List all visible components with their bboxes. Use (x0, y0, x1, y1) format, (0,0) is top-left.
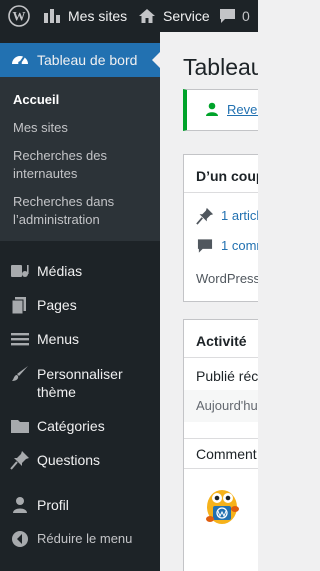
collapse-menu-button[interactable]: Réduire le menu (0, 527, 160, 551)
sidebar-item-profile[interactable]: Profil (0, 493, 160, 517)
widget-title: Activité (196, 333, 247, 349)
published-row: Aujourd'hu (184, 390, 258, 422)
sidebar-item-label: Tableau de bord (37, 52, 138, 68)
today-label: Aujourd'hu (196, 398, 258, 413)
sidebar-item-categories[interactable]: Catégories (0, 414, 160, 438)
submenu-item-my-sites[interactable]: Mes sites (13, 119, 153, 137)
recently-published-label: Publié réc (196, 368, 258, 384)
dashboard-submenu: Accueil Mes sites Recherches des interna… (0, 77, 160, 241)
posts-count-link[interactable]: 1 articl (221, 208, 258, 223)
sidebar-item-label: Catégories (37, 418, 105, 434)
folder-icon (10, 416, 30, 436)
sidebar-item-dashboard[interactable]: Tableau de bord (0, 43, 160, 77)
comments-menu[interactable]: 0 (219, 0, 250, 32)
comments-count: 0 (242, 8, 250, 24)
dashboard-icon (10, 50, 30, 70)
main-content: Tableau Reven D’un coup 1 articl 1 comm … (160, 32, 258, 571)
sidebar-item-label: Menus (37, 331, 80, 347)
site-label: Service (163, 8, 210, 24)
comment-bubble-icon (197, 238, 213, 259)
comment-bubble-icon (219, 8, 236, 24)
welcome-notice: Reven (183, 89, 258, 131)
media-icon (10, 261, 30, 281)
admin-bar: W Mes sites Service 0 (0, 0, 258, 32)
submenu-item-home[interactable]: Accueil (13, 91, 153, 109)
sidebar-item-label: Profil (37, 497, 69, 513)
widget-title: D’un coup (196, 168, 258, 184)
brush-icon (10, 364, 30, 384)
sidebar-item-pages[interactable]: Pages (0, 293, 160, 317)
divider (184, 468, 258, 469)
admin-sidebar: Tableau de bord Accueil Mes sites Recher… (0, 32, 160, 571)
sidebar-item-label: Réduire le menu (37, 531, 133, 546)
sidebar-item-menus[interactable]: Menus (0, 327, 160, 351)
pages-icon (10, 295, 30, 315)
divider (184, 357, 258, 358)
wapuu-avatar (204, 485, 240, 532)
menu-icon (10, 329, 30, 349)
wordpress-logo-icon[interactable]: W (8, 0, 30, 32)
sidebar-item-questions[interactable]: Questions (0, 448, 160, 472)
recent-comments-label: Comment (196, 446, 257, 462)
sidebar-item-label: Questions (37, 452, 101, 468)
comments-count-link[interactable]: 1 comm (221, 238, 258, 253)
page-title: Tableau (183, 54, 258, 80)
divider (184, 438, 258, 439)
user-icon (10, 495, 30, 515)
sidebar-item-label: Pages (37, 297, 77, 313)
wordpress-version-text: WordPress (196, 271, 258, 286)
pin-icon (10, 450, 30, 470)
activity-widget: Activité Publié réc Aujourd'hu Comment (183, 319, 258, 571)
divider (184, 192, 258, 193)
sidebar-item-label: Médias (37, 263, 83, 279)
my-sites-icon (42, 7, 62, 25)
collapse-icon (10, 529, 30, 549)
my-sites-label: Mes sites (68, 8, 128, 24)
submenu-item-admin-searches[interactable]: Recherches dans l’administration (13, 193, 153, 229)
at-a-glance-widget: D’un coup 1 articl 1 comm WordPress (183, 154, 258, 302)
home-icon (138, 7, 156, 25)
sidebar-item-customize[interactable]: Personnaliser thème (0, 362, 160, 402)
notice-link[interactable]: Reven (227, 102, 258, 117)
user-icon (204, 101, 220, 122)
pin-icon (196, 207, 214, 230)
site-menu[interactable]: Service (138, 0, 210, 32)
sidebar-item-media[interactable]: Médias (0, 259, 160, 283)
my-sites-menu[interactable]: Mes sites (42, 0, 127, 32)
svg-text:W: W (13, 9, 26, 24)
submenu-item-visitor-searches[interactable]: Recherches des internautes (13, 147, 153, 183)
sidebar-item-label: Personnaliser thème (37, 366, 123, 400)
